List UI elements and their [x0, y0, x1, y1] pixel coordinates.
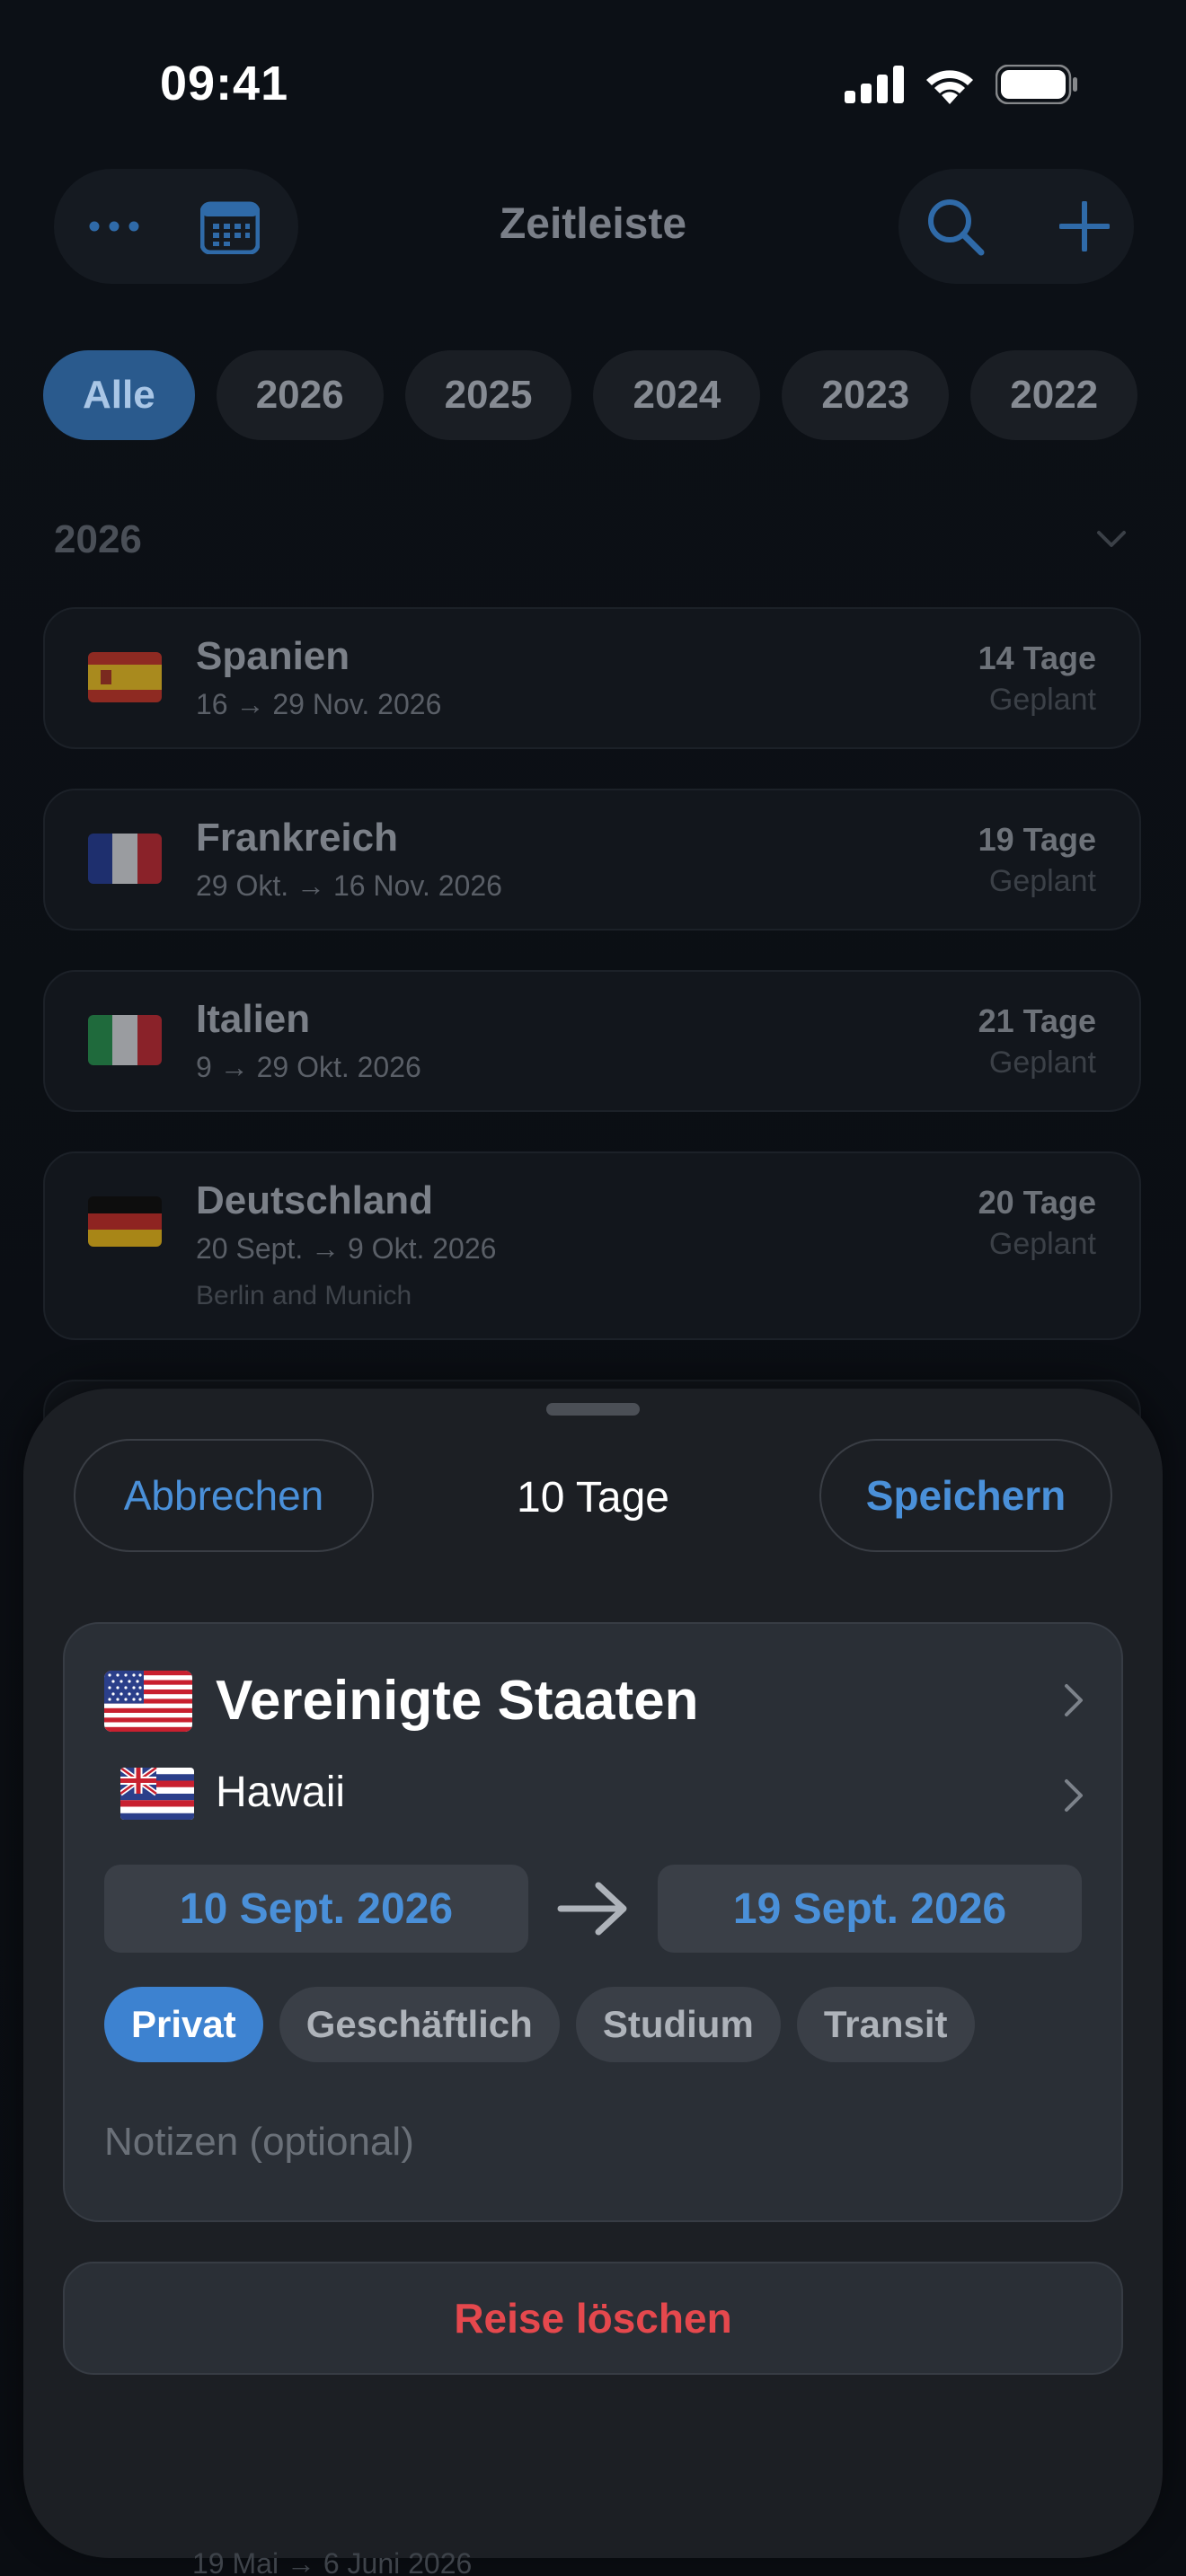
search-icon: [928, 199, 985, 256]
trip-card-france[interactable]: Frankreich 29 Okt. → 16 Nov. 2026 19 Tag…: [43, 789, 1141, 931]
sheet-title: 10 Tage: [517, 1474, 669, 1522]
year-chip-2023[interactable]: 2023: [782, 350, 950, 440]
trip-note: Berlin and Munich: [196, 1281, 412, 1310]
cellular-signal-icon: [845, 66, 904, 103]
trip-status: Geplant: [988, 683, 1096, 717]
region-row[interactable]: Hawaii: [65, 1759, 1121, 1831]
trip-type-chip-studium[interactable]: Studium: [575, 1987, 781, 2062]
trip-duration: 14 Tage: [978, 640, 1096, 676]
trip-type-chip-privat[interactable]: Privat: [104, 1987, 263, 2062]
sheet-grabber[interactable]: [546, 1403, 640, 1416]
trip-dates: 9 → 29 Okt. 2026: [196, 1051, 421, 1083]
cancel-button[interactable]: Abbrechen: [74, 1439, 374, 1552]
trip-status: Geplant: [988, 864, 1096, 898]
year-filter: Alle 2026 2025 2024 2023 2022: [43, 350, 1138, 440]
calendar-icon: [200, 201, 260, 254]
start-date-picker[interactable]: 10 Sept. 2026: [104, 1865, 528, 1953]
trip-country: Italien: [196, 997, 311, 1041]
country-row[interactable]: Vereinigte Staaten: [65, 1662, 1121, 1742]
add-trip-button[interactable]: [1044, 190, 1125, 262]
trip-status: Geplant: [988, 1227, 1096, 1261]
trip-dates: 16 → 29 Nov. 2026: [196, 688, 442, 720]
trip-dates: 20 Sept. → 9 Okt. 2026: [196, 1232, 497, 1265]
calendar-button[interactable]: [192, 194, 268, 259]
trip-type-selector: Privat Geschäftlich Studium Transit: [104, 1987, 975, 2062]
year-chip-2024[interactable]: 2024: [593, 350, 761, 440]
region-name: Hawaii: [216, 1769, 346, 1816]
year-chip-2025[interactable]: 2025: [404, 350, 572, 440]
page-title: Zeitleiste: [499, 200, 687, 248]
us-flag-icon: [104, 1671, 192, 1732]
trip-country: Frankreich: [196, 816, 398, 860]
screen: 09:41 Zeitleiste Alle 2026 2025 2024 202…: [0, 0, 1186, 2576]
trip-status: Geplant: [988, 1045, 1096, 1080]
trip-type-chip-geschaeftlich[interactable]: Geschäftlich: [279, 1987, 560, 2062]
chevron-right-icon: [1065, 1684, 1083, 1716]
search-button[interactable]: [915, 190, 996, 262]
country-name: Vereinigte Staaten: [216, 1670, 699, 1732]
battery-icon: [996, 65, 1077, 104]
year-chip-all[interactable]: Alle: [43, 350, 195, 440]
status-time: 09:41: [160, 57, 289, 110]
year-chip-2022[interactable]: 2022: [970, 350, 1138, 440]
save-button[interactable]: Speichern: [819, 1439, 1112, 1552]
trip-dates: 29 Okt. → 16 Nov. 2026: [196, 869, 502, 902]
collapse-section-button[interactable]: [1096, 530, 1127, 552]
section-header-year: 2026: [54, 517, 142, 561]
chevron-down-icon: [1097, 531, 1126, 547]
end-date-picker[interactable]: 19 Sept. 2026: [658, 1865, 1082, 1953]
trip-duration: 20 Tage: [978, 1184, 1096, 1221]
france-flag-icon: [88, 834, 162, 884]
edit-trip-sheet: Abbrechen 10 Tage Speichern Vereinigte S…: [23, 1389, 1163, 2558]
trip-form: Vereinigte Staaten Hawaii 10 Sept. 2026 …: [63, 1622, 1123, 2222]
trip-duration: 21 Tage: [978, 1002, 1096, 1039]
trip-card-spain[interactable]: Spanien 16 → 29 Nov. 2026 14 Tage Geplan…: [43, 607, 1141, 749]
trip-card-italy[interactable]: Italien 9 → 29 Okt. 2026 21 Tage Geplant: [43, 970, 1141, 1112]
ellipsis-icon: [89, 221, 139, 232]
arrow-right-icon: [557, 1882, 627, 1936]
trip-card-germany[interactable]: Deutschland 20 Sept. → 9 Okt. 2026 Berli…: [43, 1151, 1141, 1340]
wifi-icon: [926, 70, 973, 104]
status-icons: [845, 65, 1078, 104]
trip-duration: 19 Tage: [978, 821, 1096, 858]
delete-trip-button[interactable]: Reise löschen: [63, 2262, 1123, 2375]
trip-country: Spanien: [196, 634, 350, 678]
status-bar: 09:41: [0, 0, 1186, 171]
italy-flag-icon: [88, 1015, 162, 1065]
spain-flag-icon: [88, 652, 162, 702]
plus-icon: [1059, 201, 1110, 251]
peek-trip-dates: 19 Mai → 6 Juni 2026: [192, 2547, 473, 2576]
germany-flag-icon: [88, 1196, 162, 1247]
trip-type-chip-transit[interactable]: Transit: [796, 1987, 975, 2062]
chevron-right-icon: [1065, 1779, 1083, 1812]
year-chip-2026[interactable]: 2026: [216, 350, 384, 440]
hawaii-flag-icon: [120, 1768, 194, 1820]
notes-field[interactable]: Notizen (optional): [104, 2120, 414, 2165]
trip-country: Deutschland: [196, 1178, 434, 1222]
more-button[interactable]: [77, 194, 151, 259]
